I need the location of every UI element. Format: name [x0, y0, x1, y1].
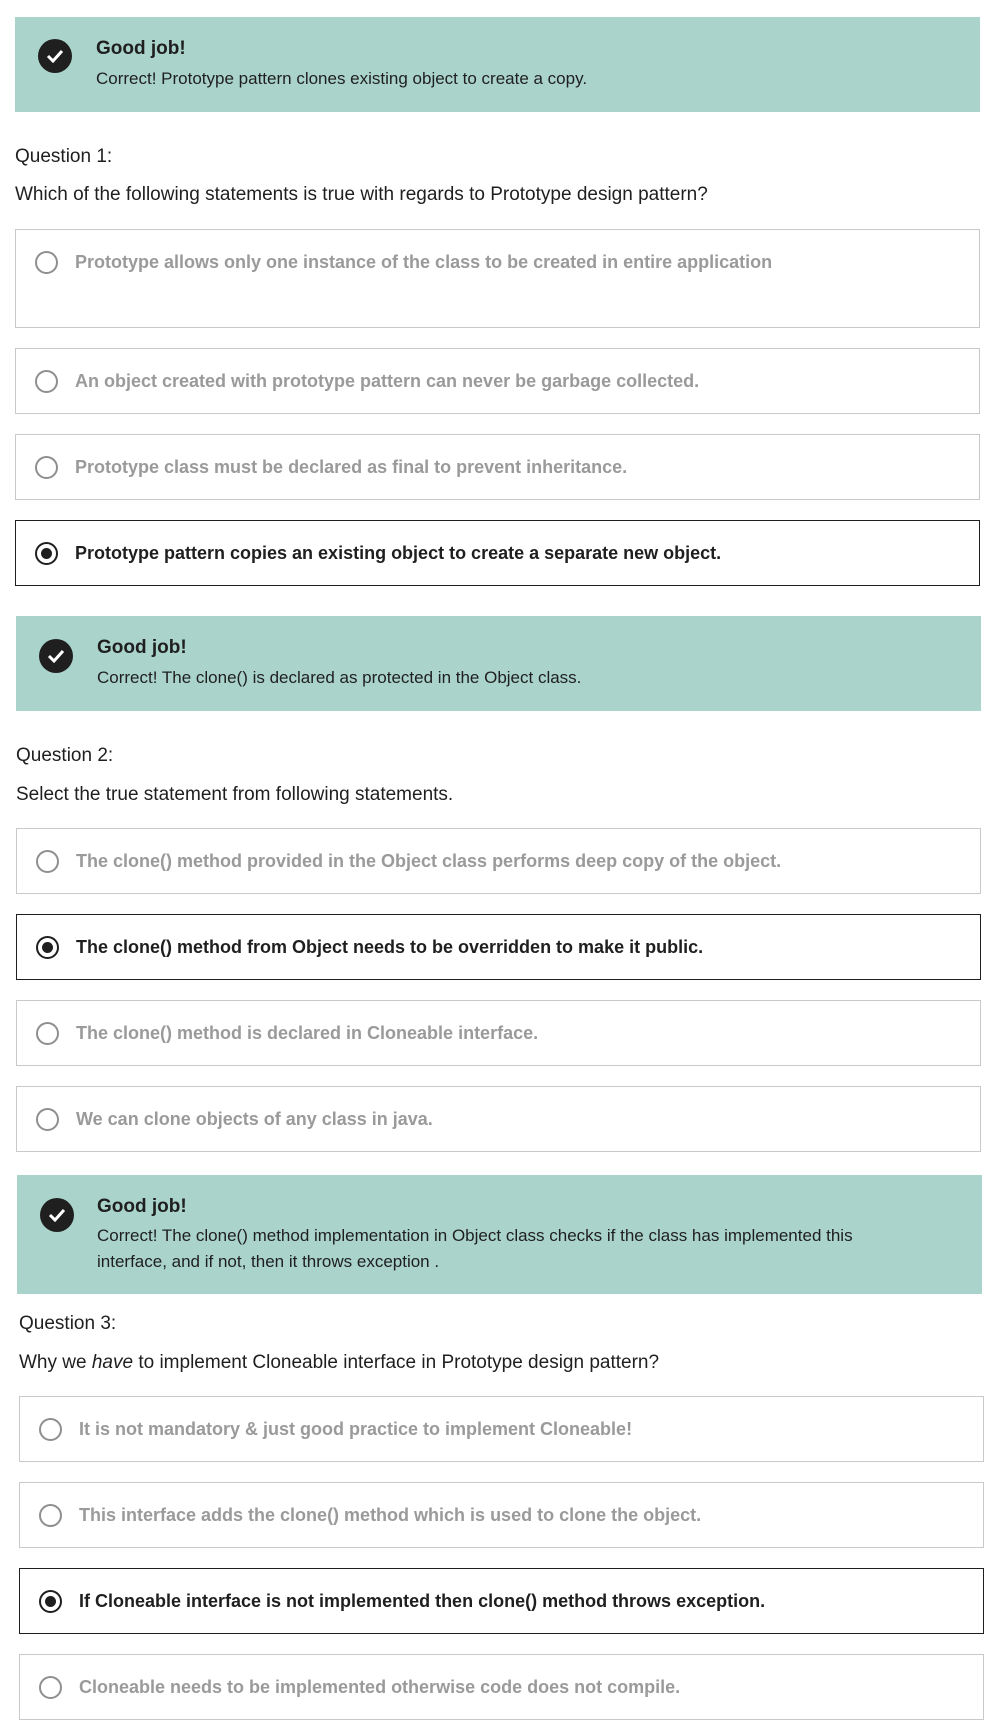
question-text-emphasis: have [91, 1352, 134, 1373]
answer-option[interactable]: The clone() method provided in the Objec… [16, 828, 981, 894]
radio-button[interactable] [36, 1108, 59, 1131]
answer-option-selected[interactable]: The clone() method from Object needs to … [16, 914, 981, 980]
answer-option[interactable]: We can clone objects of any class in jav… [16, 1086, 981, 1152]
question-text: Why we have to implement Cloneable inter… [19, 1352, 659, 1374]
feedback-title: Good job! [96, 38, 186, 59]
question-text: Select the true statement from following… [16, 784, 454, 805]
option-label: The clone() method provided in the Objec… [76, 851, 782, 871]
question-label: Question 2: [16, 745, 114, 766]
radio-button[interactable] [35, 456, 58, 479]
feedback-text: Correct! The clone() method implementati… [97, 1226, 853, 1271]
check-circle-icon [39, 639, 73, 673]
feedback-text: Correct! The clone() is declared as prot… [97, 668, 582, 687]
option-label: We can clone objects of any class in jav… [76, 1109, 433, 1129]
answer-option[interactable]: Cloneable needs to be implemented otherw… [19, 1654, 984, 1720]
radio-button[interactable] [36, 850, 59, 873]
question-label: Question 3: [19, 1313, 117, 1334]
feedback-title: Good job! [97, 637, 187, 658]
feedback-banner: Good job! Correct! Prototype pattern clo… [15, 17, 980, 112]
radio-button-checked[interactable] [36, 936, 59, 959]
answer-option-selected[interactable]: Prototype pattern copies an existing obj… [15, 520, 980, 586]
radio-button-checked[interactable] [35, 542, 58, 565]
option-label: Prototype allows only one instance of th… [75, 252, 773, 272]
radio-button[interactable] [39, 1418, 62, 1441]
option-label: The clone() method from Object needs to … [76, 937, 704, 957]
check-circle-icon [40, 1198, 74, 1232]
option-label: Cloneable needs to be implemented otherw… [79, 1677, 681, 1697]
option-label: Prototype class must be declared as fina… [75, 457, 628, 477]
check-circle-icon [38, 39, 72, 73]
option-label: If Cloneable interface is not implemente… [79, 1591, 766, 1611]
question-label: Question 1: [15, 146, 113, 167]
feedback-text: Correct! Prototype pattern clones existi… [96, 69, 588, 88]
answer-option[interactable]: The clone() method is declared in Clonea… [16, 1000, 981, 1066]
option-label: The clone() method is declared in Clonea… [76, 1023, 539, 1043]
answer-option[interactable]: An object created with prototype pattern… [15, 348, 980, 414]
question-text: Which of the following statements is tru… [15, 184, 708, 205]
answer-option[interactable]: It is not mandatory & just good practice… [19, 1396, 984, 1462]
radio-button[interactable] [39, 1504, 62, 1527]
feedback-banner: Good job! Correct! The clone() is declar… [16, 616, 981, 711]
option-label: Prototype pattern copies an existing obj… [75, 543, 722, 563]
option-label: This interface adds the clone() method w… [79, 1505, 702, 1525]
radio-button[interactable] [35, 251, 58, 274]
option-label: It is not mandatory & just good practice… [79, 1419, 633, 1439]
radio-button-checked[interactable] [39, 1590, 62, 1613]
radio-button[interactable] [36, 1022, 59, 1045]
answer-option[interactable]: This interface adds the clone() method w… [19, 1482, 984, 1548]
answer-option[interactable]: Prototype class must be declared as fina… [15, 434, 980, 500]
radio-button[interactable] [35, 370, 58, 393]
feedback-title: Good job! [97, 1196, 187, 1217]
question-text-part: Why we [19, 1352, 92, 1373]
answer-option-selected[interactable]: If Cloneable interface is not implemente… [19, 1568, 984, 1634]
radio-button[interactable] [39, 1676, 62, 1699]
question-text-part: to implement Cloneable interface in Prot… [133, 1352, 660, 1373]
option-label: An object created with prototype pattern… [75, 371, 700, 391]
answer-option[interactable]: Prototype allows only one instance of th… [15, 229, 980, 328]
feedback-banner: Good job! Correct! The clone() method im… [17, 1175, 982, 1294]
